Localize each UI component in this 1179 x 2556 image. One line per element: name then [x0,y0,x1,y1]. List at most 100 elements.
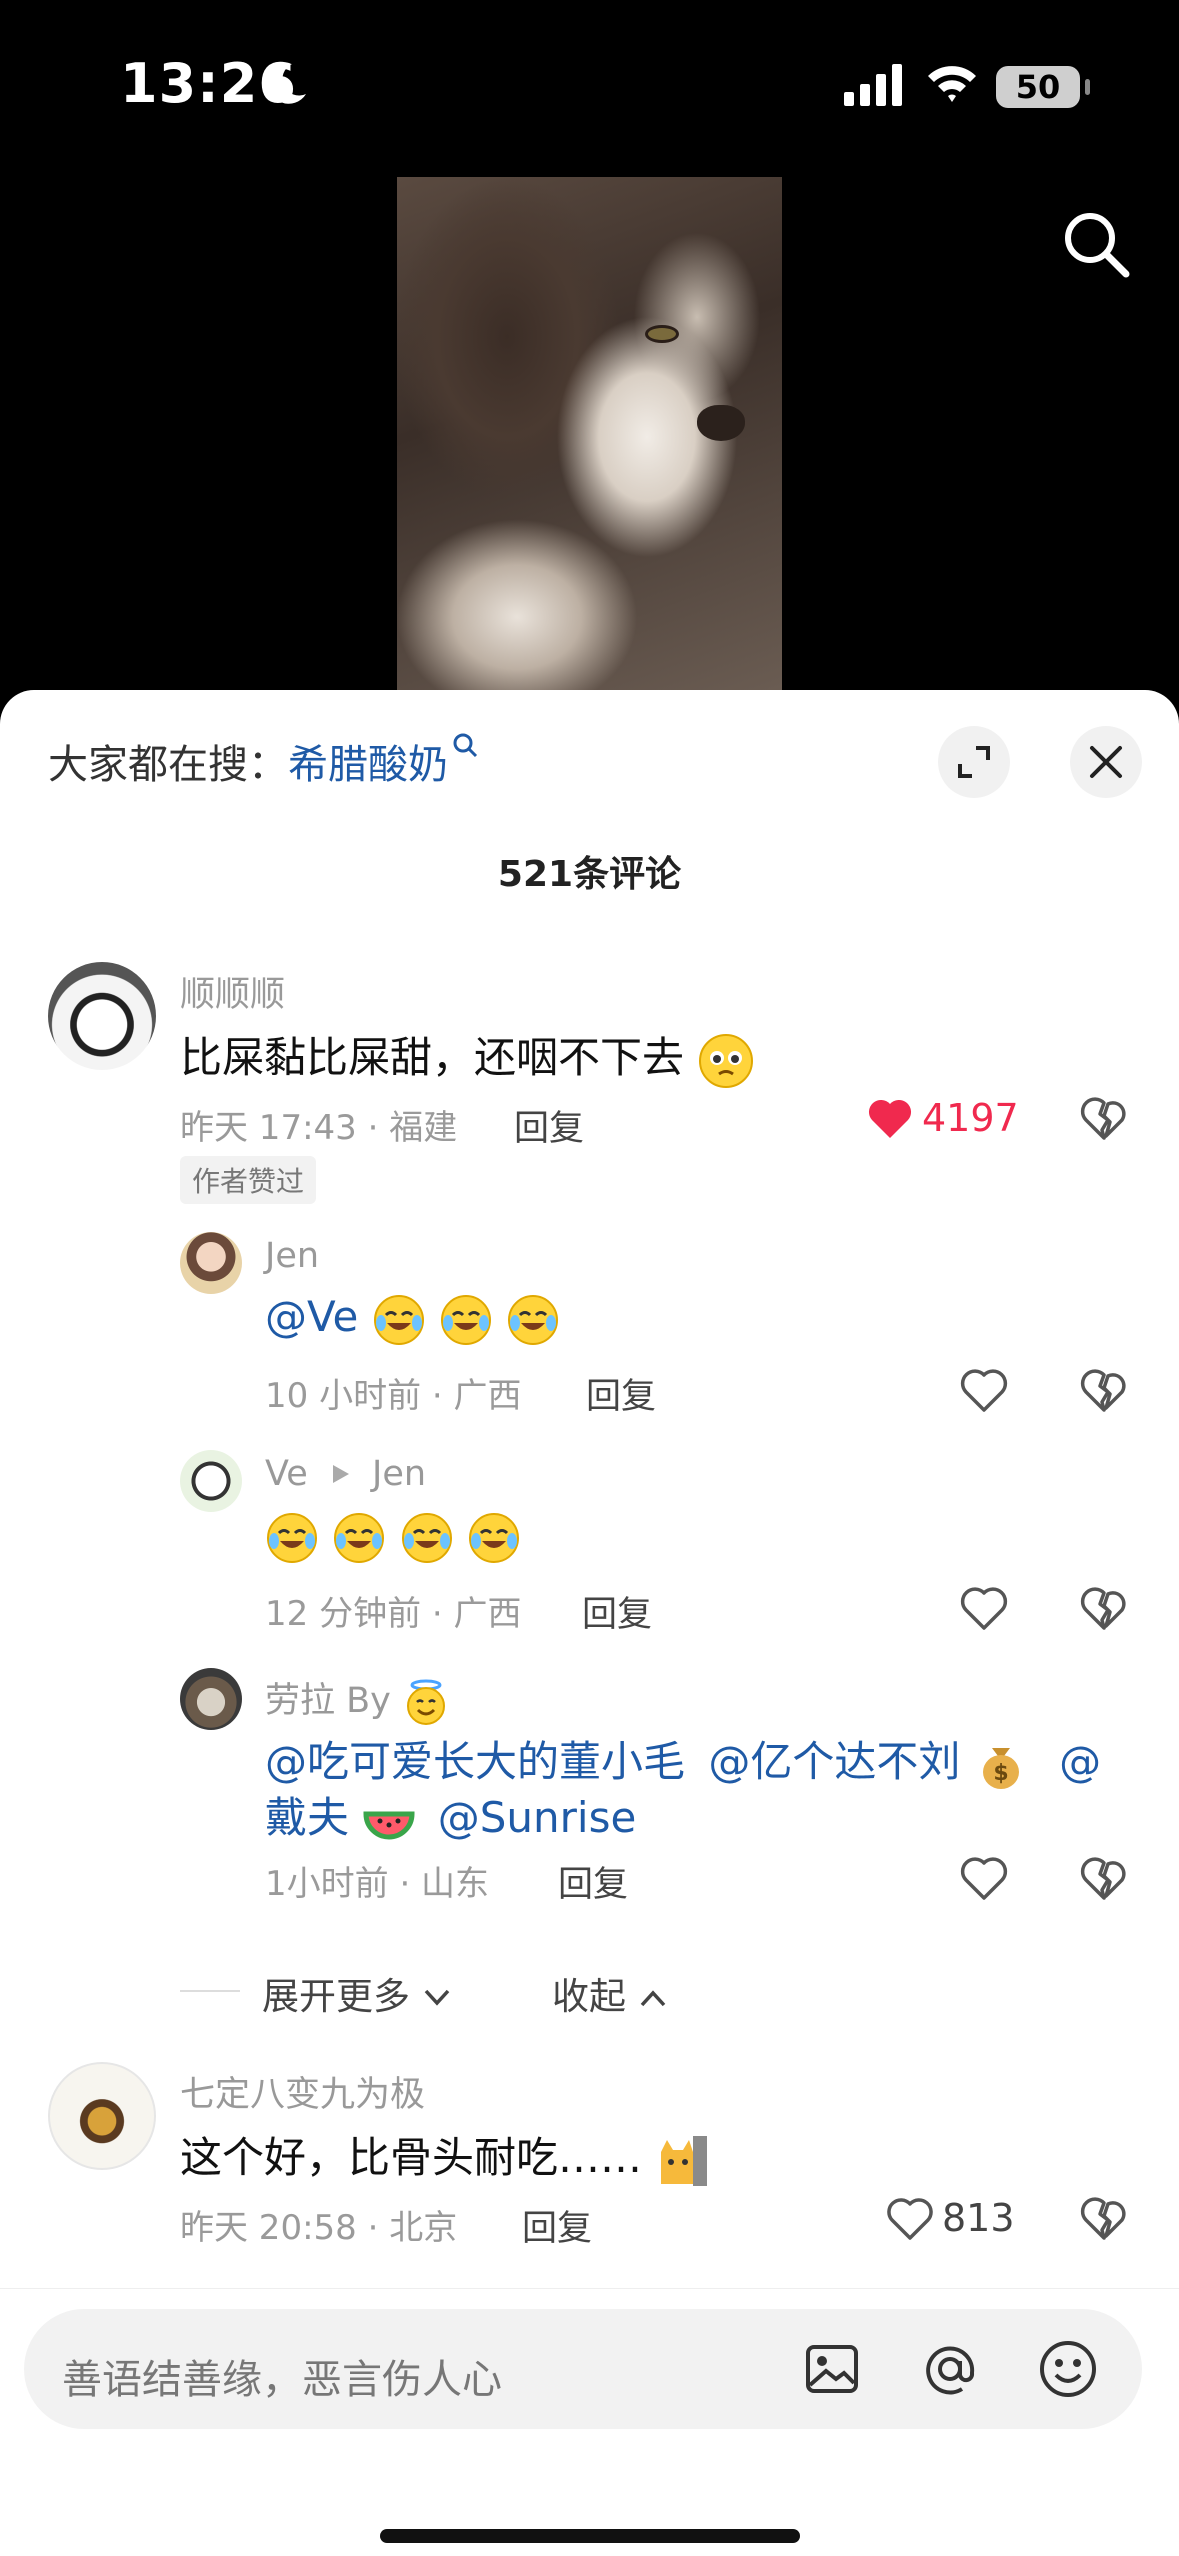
laughing-crying-emoji [334,1512,385,1563]
laughing-crying-emoji [401,1512,452,1563]
peeking-cat-emoji [661,2135,708,2186]
laughing-crying-emoji [508,1294,559,1345]
comment-username[interactable]: 七定八变九为极 [180,2066,425,2117]
reply-button[interactable]: 回复 [586,1368,656,1419]
pleading-face-emoji [699,1033,754,1088]
avatar[interactable] [48,2062,156,2170]
home-indicator [380,2529,800,2543]
close-button[interactable] [1070,726,1142,798]
reply-username: Ve Jen [265,1454,426,1494]
watermelon-emoji [363,1811,415,1839]
mention-link[interactable]: 戴夫 [265,1793,349,1842]
reply-button[interactable]: 回复 [582,1586,652,1637]
avatar[interactable] [180,1668,242,1730]
broken-heart-icon[interactable] [1078,2194,1130,2242]
comment-meta: 昨天 20:58 · 北京 [180,2208,458,2248]
comment-count: 521条评论 [497,854,682,895]
reply-username: 劳拉 By [265,1672,450,1726]
heart-outline-icon[interactable] [958,1854,1010,1902]
search-icon[interactable] [1060,208,1132,280]
hot-search-bar[interactable]: 大家都在搜：希腊酸奶 [48,732,478,790]
svg-text:$: $ [993,1761,1008,1786]
mention-link[interactable]: @吃可爱长大的董小毛 [265,1737,685,1786]
comment-input[interactable]: 善语结善缘，恶言伤人心 [24,2309,1142,2429]
mention-link[interactable]: @ [1059,1737,1101,1786]
mention-link[interactable]: @Sunrise [438,1793,637,1842]
like-count: 813 [942,2196,1015,2240]
emoji-icon[interactable] [1036,2337,1100,2401]
signal-icon [844,64,902,106]
collapse-label: 收起 [552,1975,626,2018]
avatar[interactable] [180,1232,242,1294]
close-icon [1090,746,1122,778]
like-button[interactable]: 813 [886,2196,1015,2240]
comment-input-area: 善语结善缘，恶言伤人心 [0,2288,1179,2556]
hot-search-keyword[interactable]: 希腊酸奶 [288,742,448,788]
comment-text-content: 比屎黏比屎甜，还咽不下去 [180,1033,685,1082]
comment-input-placeholder: 善语结善缘，恶言伤人心 [62,2357,502,2403]
reply-arrow-icon [332,1465,349,1483]
battery-indicator: 50 [996,66,1090,108]
at-mention-icon[interactable] [918,2337,982,2401]
laughing-crying-emoji [441,1294,492,1345]
reply-username-label[interactable]: 劳拉 By [265,1681,391,1721]
divider [180,1990,240,1992]
reply-meta: 10 小时前 · 广西 [265,1376,522,1416]
reply-username[interactable]: Jen [265,1236,319,1276]
reply-meta: 1小时前 · 山东 [265,1864,490,1904]
comment-text: 比屎黏比屎甜，还咽不下去 [180,1024,755,1090]
reply-button[interactable]: 回复 [522,2200,592,2251]
expand-sheet-button[interactable] [938,726,1010,798]
broken-heart-icon[interactable] [1078,1584,1130,1632]
video-dog-nose [697,405,745,441]
like-button[interactable]: 4197 [866,1096,1019,1140]
video-preview[interactable] [397,177,782,697]
author-liked-tag: 作者赞过 [180,1156,317,1204]
collapse-button[interactable]: 收起 [552,1966,668,2020]
heart-outline-icon [887,2198,933,2240]
expand-icon [958,746,990,778]
laughing-crying-emoji [469,1512,520,1563]
broken-heart-icon[interactable] [1078,1094,1130,1142]
avatar[interactable] [48,962,156,1070]
reply-text: @Ve [265,1292,560,1347]
image-icon[interactable] [800,2337,864,2401]
like-count: 4197 [922,1096,1019,1140]
reply-text-line2: 戴夫 @Sunrise [265,1784,636,1848]
expand-more-button[interactable]: 展开更多 [262,1966,452,2020]
mention-link[interactable]: @Ve [265,1292,358,1341]
heart-filled-icon [868,1099,912,1138]
reply-button[interactable]: 回复 [558,1856,628,1907]
broken-heart-icon[interactable] [1078,1854,1130,1902]
comment-text-content: 这个好，比骨头耐吃…… [180,2133,643,2182]
comment-text: 这个好，比骨头耐吃…… [180,2124,713,2190]
moon-icon [268,63,306,104]
reply-username-to[interactable]: Jen [372,1454,426,1494]
video-dog-eye [645,325,679,343]
reply-meta: 12 分钟前 · 广西 [265,1594,522,1634]
comment-sheet: 大家都在搜：希腊酸奶 521条评论 顺顺顺 比屎黏比屎甜，还咽不下去 昨天 17… [0,690,1179,2556]
halo-smile-emoji [407,1679,445,1725]
reply-button[interactable]: 回复 [514,1100,584,1151]
reply-text: @吃可爱长大的董小毛 @亿个达不刘 $ @ [265,1728,1101,1792]
broken-heart-icon[interactable] [1078,1366,1130,1414]
mention-link[interactable]: @亿个达不刘 [708,1737,960,1786]
laughing-crying-emoji [267,1512,317,1563]
wifi-icon [928,66,976,102]
mini-search-icon [453,733,478,758]
reply-text [265,1510,521,1565]
avatar[interactable] [180,1450,242,1512]
comment-meta: 昨天 17:43 · 福建 [180,1108,458,1148]
expand-more-label: 展开更多 [262,1975,410,2018]
status-bar: 13:26 50 [0,0,1179,170]
money-bag-emoji: $ [982,1747,1019,1789]
heart-outline-icon[interactable] [958,1584,1010,1632]
reply-username-from[interactable]: Ve [265,1454,308,1494]
comment-username[interactable]: 顺顺顺 [180,966,285,1017]
laughing-crying-emoji [373,1294,424,1345]
hot-search-prefix: 大家都在搜： [48,742,288,788]
heart-outline-icon[interactable] [958,1366,1010,1414]
replies-expand-row: 展开更多 收起 [0,1960,1179,2020]
chevron-up-icon [640,1990,666,2007]
chevron-down-icon [424,1989,450,2006]
